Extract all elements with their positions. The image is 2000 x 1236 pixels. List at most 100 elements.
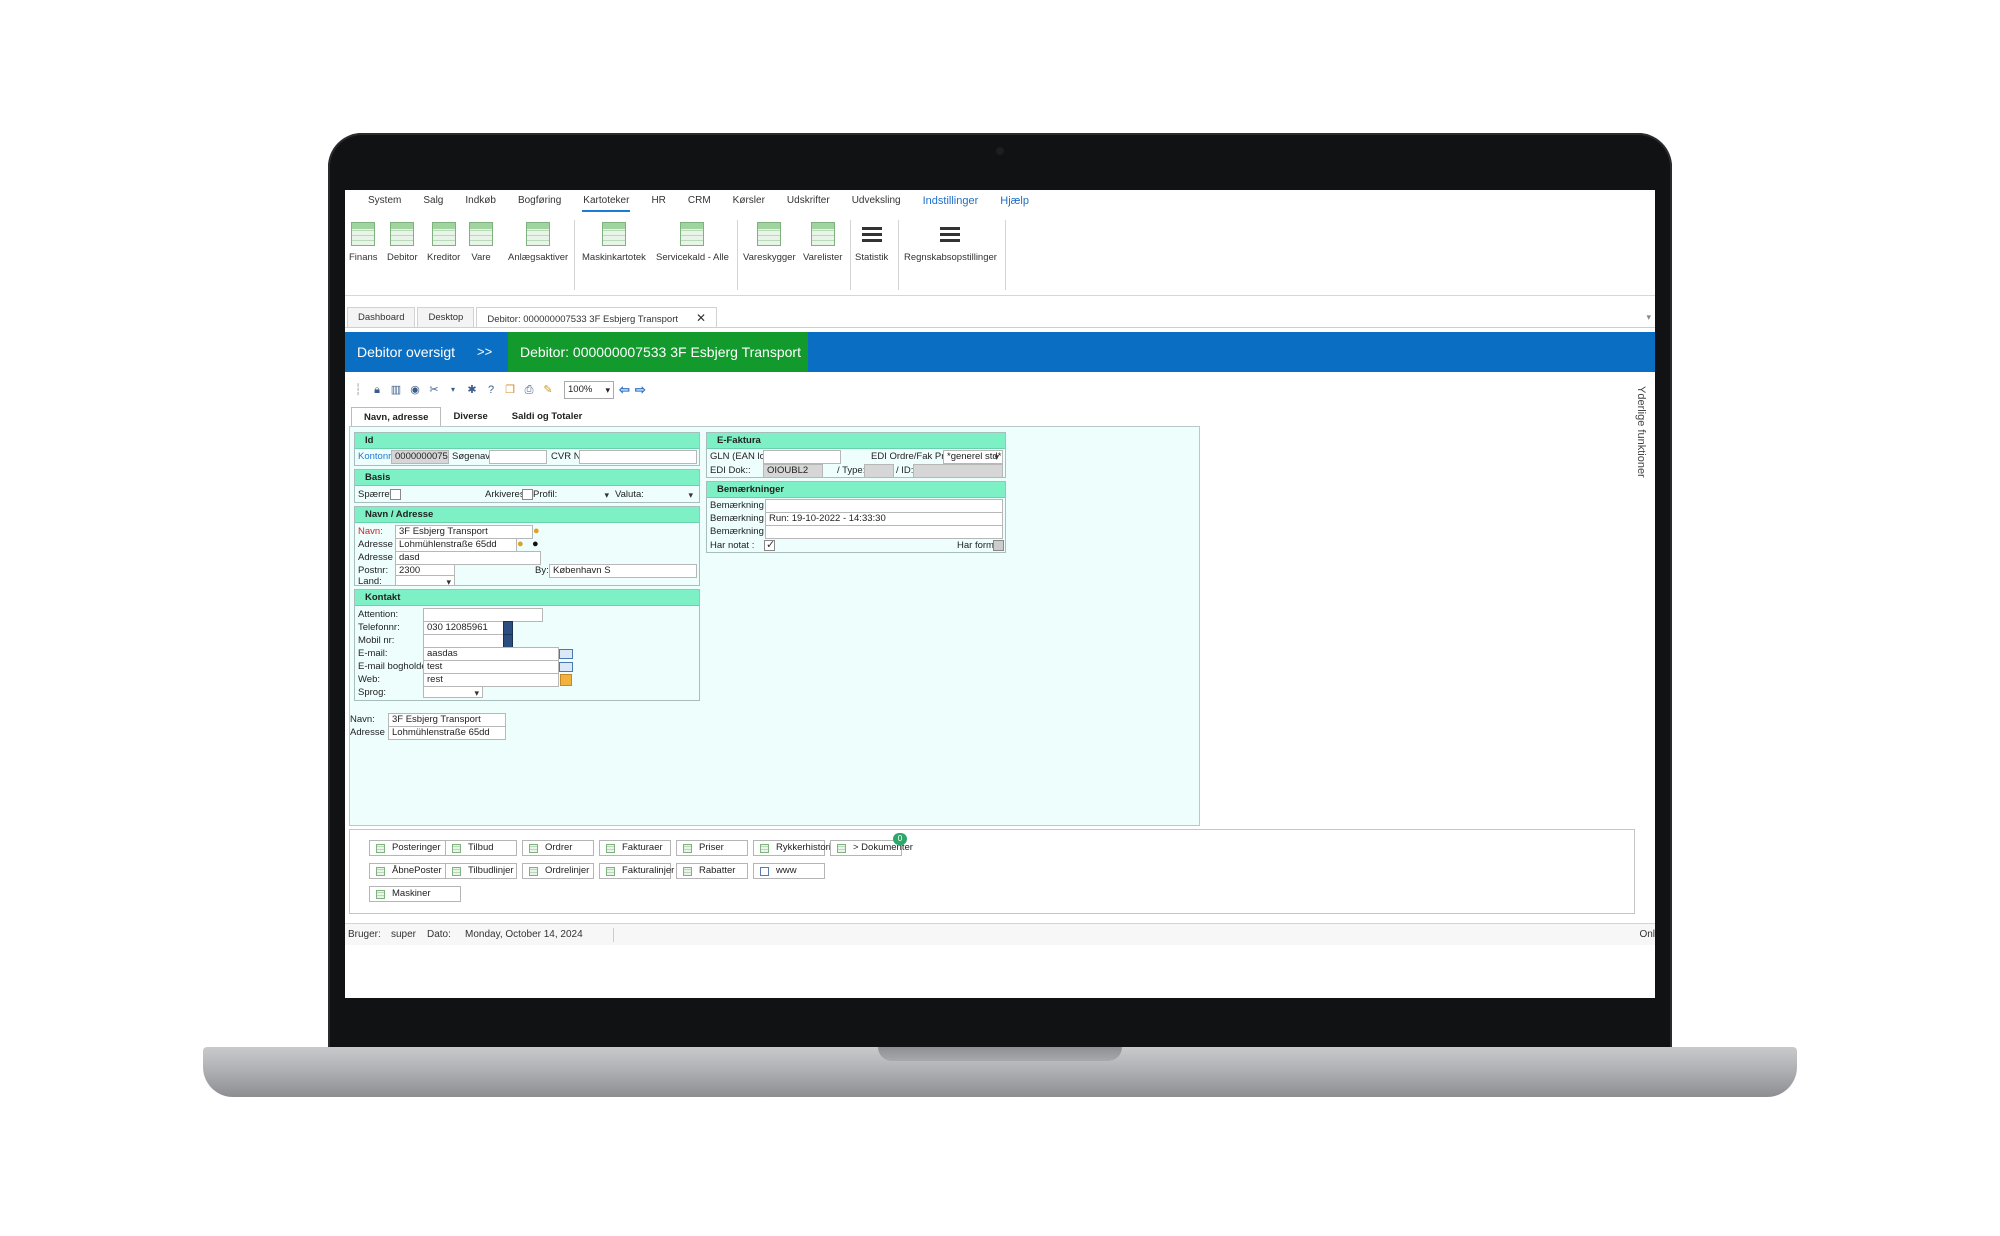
har-form-checkbox[interactable] bbox=[993, 540, 1004, 551]
adresse2-field[interactable]: dasd bbox=[395, 551, 541, 565]
menu-koersler[interactable]: Kørsler bbox=[722, 190, 776, 212]
ribbon-debitor-button[interactable]: Debitor bbox=[387, 222, 418, 263]
email-field[interactable]: aasdas bbox=[423, 647, 559, 661]
ribbon-varelister-button[interactable]: Varelister bbox=[803, 222, 842, 263]
dokumenter-button[interactable]: > Dokumenter 0 bbox=[830, 833, 913, 856]
land-select[interactable] bbox=[395, 575, 455, 586]
tab-desktop[interactable]: Desktop bbox=[417, 307, 475, 327]
fakturalinjer-button[interactable]: Fakturalinjer bbox=[599, 863, 674, 879]
chevron-down-icon[interactable]: ▾ bbox=[446, 383, 460, 397]
ribbon-separator bbox=[898, 220, 899, 290]
bemaerkning2-field[interactable]: Run: 19-10-2022 - 14:33:30 bbox=[765, 512, 1003, 526]
tilbudlinjer-button[interactable]: Tilbudlinjer bbox=[445, 863, 517, 879]
bemaerkning3-field[interactable] bbox=[765, 525, 1003, 539]
menu-bogfoering[interactable]: Bogføring bbox=[507, 190, 572, 212]
tab-navn-adresse[interactable]: Navn, adresse bbox=[351, 407, 442, 426]
ribbon-regnskab-button[interactable]: Regnskabsopstillinger bbox=[904, 222, 997, 263]
maskiner-button[interactable]: Maskiner bbox=[369, 886, 461, 902]
menu-crm[interactable]: CRM bbox=[677, 190, 722, 212]
id-field[interactable] bbox=[913, 464, 1003, 478]
copy-icon[interactable]: ❐ bbox=[503, 383, 517, 397]
ribbon-statistik-button[interactable]: Statistik bbox=[855, 222, 888, 263]
ribbon-maskin-button[interactable]: Maskinkartotek bbox=[582, 222, 646, 263]
menu-kartoteker[interactable]: Kartoteker bbox=[572, 190, 640, 212]
chevron-down-icon[interactable]: ▾ bbox=[1646, 312, 1651, 323]
by-field[interactable]: København S bbox=[549, 564, 697, 578]
columns-icon[interactable]: ▥ bbox=[389, 383, 403, 397]
edit-icon[interactable]: ✎ bbox=[541, 383, 555, 397]
bemaerkning1-field[interactable] bbox=[765, 499, 1003, 513]
ribbon-vareskygger-button[interactable]: Vareskygger bbox=[743, 222, 796, 263]
map-pin-icon[interactable]: ● bbox=[517, 538, 524, 550]
rabatter-button[interactable]: Rabatter bbox=[676, 863, 748, 879]
profil-select[interactable] bbox=[555, 488, 613, 502]
lock-icon[interactable]: 🔒︎ bbox=[370, 383, 384, 397]
menu-indstillinger[interactable]: Indstillinger bbox=[912, 190, 990, 212]
navn-field[interactable]: 3F Esbjerg Transport bbox=[395, 525, 533, 539]
menu-udskrifter[interactable]: Udskrifter bbox=[776, 190, 841, 212]
side-panel-label[interactable]: Yderlige funktioner bbox=[1635, 386, 1647, 478]
phone-icon[interactable] bbox=[503, 621, 513, 635]
close-icon[interactable]: ✕ bbox=[696, 311, 706, 325]
menu-hjaelp[interactable]: Hjælp bbox=[989, 190, 1040, 212]
menu-udveksling[interactable]: Udveksling bbox=[841, 190, 912, 212]
arkiveres-checkbox[interactable] bbox=[522, 489, 533, 500]
valuta-select[interactable] bbox=[641, 488, 697, 502]
har-notat-checkbox[interactable] bbox=[764, 538, 775, 551]
web-field[interactable]: rest bbox=[423, 673, 559, 687]
refresh-icon[interactable]: ◉ bbox=[408, 383, 422, 397]
ribbon-service-button[interactable]: Servicekald - Alle bbox=[656, 222, 729, 263]
spaerret-checkbox[interactable] bbox=[390, 489, 401, 500]
rykkerhistorik-button[interactable]: Rykkerhistorik bbox=[753, 840, 836, 856]
ordrelinjer-button[interactable]: Ordrelinjer bbox=[522, 863, 594, 879]
breadcrumb-overview[interactable]: Debitor oversigt bbox=[357, 332, 455, 372]
location-pin-icon[interactable]: ● bbox=[532, 538, 539, 550]
tab-dashboard[interactable]: Dashboard bbox=[347, 307, 416, 327]
fakturaer-button[interactable]: Fakturaer bbox=[599, 840, 671, 856]
phone-icon[interactable] bbox=[503, 634, 513, 648]
print-icon[interactable]: ⎙ bbox=[522, 383, 536, 397]
mail-icon[interactable] bbox=[559, 649, 573, 659]
type-field[interactable] bbox=[864, 464, 894, 478]
soegenavn-field[interactable] bbox=[489, 450, 547, 464]
ribbon-kreditor-button[interactable]: Kreditor bbox=[427, 222, 460, 263]
ribbon-finans-button[interactable]: Finans bbox=[349, 222, 378, 263]
ribbon-anlaeg-button[interactable]: Anlægsaktiver bbox=[508, 222, 568, 263]
tab-diverse[interactable]: Diverse bbox=[441, 407, 499, 426]
gln-field[interactable] bbox=[763, 450, 841, 464]
priser-button[interactable]: Priser bbox=[676, 840, 748, 856]
tilbud-button[interactable]: Tilbud bbox=[445, 840, 517, 856]
edi-profil-select[interactable]: *generel std* bbox=[943, 450, 1003, 464]
telefon-field[interactable]: 030 12085961 bbox=[423, 621, 505, 635]
mail-icon[interactable] bbox=[559, 662, 573, 672]
menu-system[interactable]: System bbox=[357, 190, 412, 212]
menu-indkoeb[interactable]: Indkøb bbox=[454, 190, 507, 212]
adresse1-field[interactable]: Lohmühlenstraße 65dd bbox=[395, 538, 517, 552]
mobil-field[interactable] bbox=[423, 634, 505, 648]
spreadsheet-icon bbox=[680, 222, 705, 246]
ribbon-separator bbox=[1005, 220, 1006, 290]
bug-icon[interactable]: ✱ bbox=[465, 383, 479, 397]
help-icon[interactable]: ? bbox=[484, 383, 498, 397]
email-bogholderi-field[interactable]: test bbox=[423, 660, 559, 674]
map-pin-icon[interactable]: ● bbox=[533, 525, 540, 537]
cvr-field[interactable] bbox=[579, 450, 697, 464]
ribbon-vare-button[interactable]: Vare bbox=[469, 222, 493, 263]
arrow-left-icon[interactable]: ⇦ bbox=[619, 382, 630, 398]
www-button[interactable]: www bbox=[753, 863, 825, 879]
zoom-select[interactable]: 100% bbox=[564, 381, 614, 399]
summary-adresse-field: Lohmühlenstraße 65dd bbox=[388, 726, 506, 740]
menu-hr[interactable]: HR bbox=[640, 190, 676, 212]
kontonr-field[interactable]: 000000007533 bbox=[391, 450, 449, 464]
tab-debitor[interactable]: Debitor: 000000007533 3F Esbjerg Transpo… bbox=[476, 307, 718, 327]
ordrer-button[interactable]: Ordrer bbox=[522, 840, 594, 856]
edi-dok-field[interactable]: OIOUBL2 bbox=[763, 464, 823, 478]
arrow-right-icon[interactable]: ⇨ bbox=[635, 382, 646, 398]
sprog-select[interactable] bbox=[423, 686, 483, 698]
tools-icon[interactable]: ✂ bbox=[427, 383, 441, 397]
web-link-icon[interactable] bbox=[560, 674, 572, 686]
menu-salg[interactable]: Salg bbox=[412, 190, 454, 212]
tab-saldi[interactable]: Saldi og Totaler bbox=[500, 407, 595, 426]
attention-field[interactable] bbox=[423, 608, 543, 622]
web-label: Web: bbox=[358, 674, 381, 685]
